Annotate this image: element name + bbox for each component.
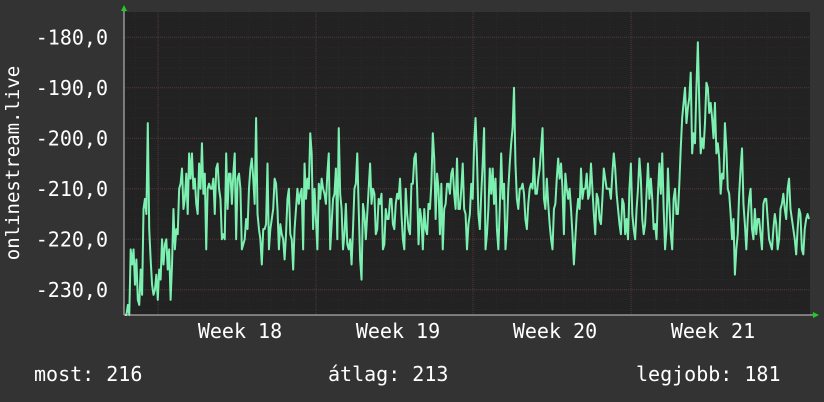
x-tick-label: Week 21 [671, 319, 755, 343]
y-axis-label: onlinestream.live [2, 66, 24, 260]
x-tick-label: Week 18 [198, 319, 282, 343]
y-tick-label: -210,0 [36, 177, 108, 201]
x-tick-label: Week 19 [356, 319, 440, 343]
current-value: most: 216 [34, 362, 143, 386]
y-tick-label: -220,0 [36, 227, 108, 251]
y-tick-labels: -180,0 -190,0 -200,0 -210,0 -220,0 -230,0 [36, 25, 108, 302]
x-tick-label: Week 20 [513, 319, 597, 343]
x-tick-labels: Week 18 Week 19 Week 20 Week 21 [198, 319, 755, 343]
y-axis-arrow [121, 5, 127, 11]
y-tick-label: -180,0 [36, 25, 108, 49]
y-tick-label: -230,0 [36, 278, 108, 302]
chart: -180,0 -190,0 -200,0 -210,0 -220,0 -230,0 Wee… [2, 5, 819, 343]
best-value: legjobb: 181 [636, 362, 781, 386]
x-axis-arrow [813, 312, 819, 318]
y-tick-label: -190,0 [36, 76, 108, 100]
average-value: átlag: 213 [328, 362, 449, 386]
y-tick-label: -200,0 [36, 126, 108, 150]
